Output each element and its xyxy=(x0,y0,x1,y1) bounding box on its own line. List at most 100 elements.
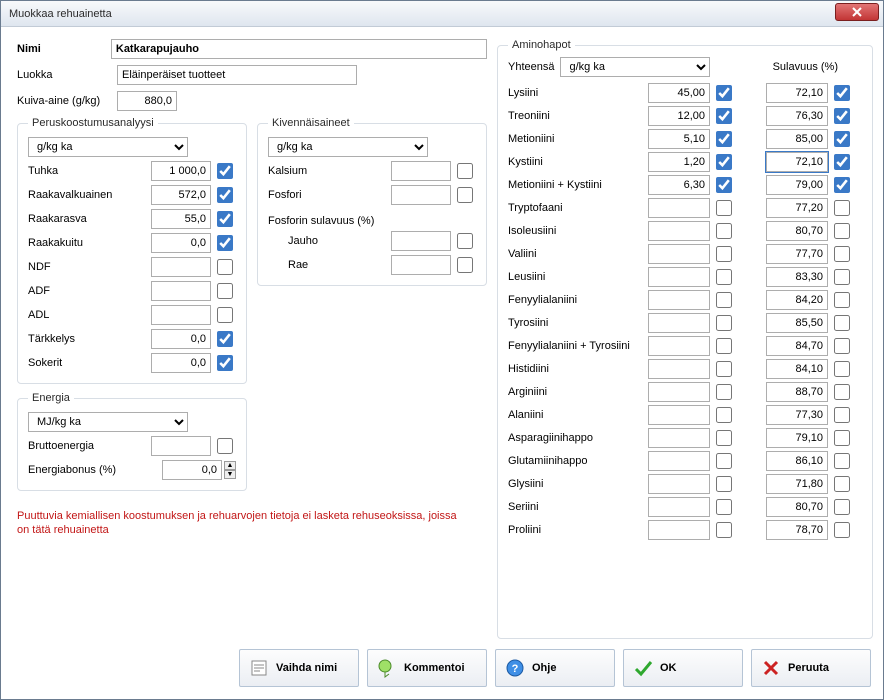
amino-digest-field[interactable] xyxy=(766,290,828,310)
amino-digest-checkbox[interactable] xyxy=(834,108,850,124)
amino-digest-field[interactable] xyxy=(766,83,828,103)
amino-digest-field[interactable] xyxy=(766,313,828,333)
mineral-field[interactable] xyxy=(391,185,451,205)
amino-digest-field[interactable] xyxy=(766,129,828,149)
close-button[interactable] xyxy=(835,3,879,21)
basic-checkbox[interactable] xyxy=(217,187,233,203)
dm-field[interactable] xyxy=(117,91,177,111)
amino-value-checkbox[interactable] xyxy=(716,200,732,216)
amino-value-checkbox[interactable] xyxy=(716,108,732,124)
amino-value-field[interactable] xyxy=(648,520,710,540)
amino-value-field[interactable] xyxy=(648,405,710,425)
amino-value-field[interactable] xyxy=(648,175,710,195)
amino-digest-checkbox[interactable] xyxy=(834,361,850,377)
ok-button[interactable]: OK xyxy=(623,649,743,687)
amino-digest-checkbox[interactable] xyxy=(834,177,850,193)
amino-value-field[interactable] xyxy=(648,221,710,241)
name-field[interactable] xyxy=(111,39,487,59)
basic-field[interactable] xyxy=(151,353,211,373)
energy-field[interactable] xyxy=(151,436,211,456)
amino-digest-checkbox[interactable] xyxy=(834,499,850,515)
amino-digest-checkbox[interactable] xyxy=(834,200,850,216)
class-field[interactable] xyxy=(117,65,357,85)
amino-digest-field[interactable] xyxy=(766,336,828,356)
amino-digest-checkbox[interactable] xyxy=(834,131,850,147)
amino-digest-checkbox[interactable] xyxy=(834,430,850,446)
amino-value-field[interactable] xyxy=(648,313,710,333)
amino-value-field[interactable] xyxy=(648,152,710,172)
mineral-field[interactable] xyxy=(391,161,451,181)
amino-digest-field[interactable] xyxy=(766,359,828,379)
amino-value-checkbox[interactable] xyxy=(716,338,732,354)
amino-digest-checkbox[interactable] xyxy=(834,315,850,331)
amino-value-checkbox[interactable] xyxy=(716,522,732,538)
amino-value-field[interactable] xyxy=(648,83,710,103)
amino-digest-field[interactable] xyxy=(766,474,828,494)
amino-digest-checkbox[interactable] xyxy=(834,453,850,469)
comment-button[interactable]: Kommentoi xyxy=(367,649,487,687)
phos-field[interactable] xyxy=(391,231,451,251)
basic-field[interactable] xyxy=(151,161,211,181)
energy-checkbox[interactable] xyxy=(217,438,233,454)
amino-value-checkbox[interactable] xyxy=(716,361,732,377)
phos-checkbox[interactable] xyxy=(457,233,473,249)
spinner[interactable]: ▲▼ xyxy=(224,461,236,479)
amino-digest-field[interactable] xyxy=(766,152,828,172)
amino-value-field[interactable] xyxy=(648,244,710,264)
cancel-button[interactable]: Peruuta xyxy=(751,649,871,687)
amino-value-checkbox[interactable] xyxy=(716,430,732,446)
amino-digest-checkbox[interactable] xyxy=(834,85,850,101)
amino-value-field[interactable] xyxy=(648,336,710,356)
amino-digest-field[interactable] xyxy=(766,198,828,218)
basic-checkbox[interactable] xyxy=(217,259,233,275)
amino-unit-select[interactable]: g/kg ka xyxy=(560,57,710,77)
basic-checkbox[interactable] xyxy=(217,211,233,227)
basic-field[interactable] xyxy=(151,329,211,349)
amino-digest-field[interactable] xyxy=(766,451,828,471)
amino-value-field[interactable] xyxy=(648,497,710,517)
amino-value-field[interactable] xyxy=(648,106,710,126)
amino-value-checkbox[interactable] xyxy=(716,85,732,101)
basic-field[interactable] xyxy=(151,233,211,253)
amino-value-field[interactable] xyxy=(648,290,710,310)
amino-value-checkbox[interactable] xyxy=(716,453,732,469)
rename-button[interactable]: Vaihda nimi xyxy=(239,649,359,687)
amino-value-checkbox[interactable] xyxy=(716,177,732,193)
amino-value-checkbox[interactable] xyxy=(716,269,732,285)
amino-digest-field[interactable] xyxy=(766,267,828,287)
amino-value-checkbox[interactable] xyxy=(716,384,732,400)
mineral-checkbox[interactable] xyxy=(457,187,473,203)
basic-checkbox[interactable] xyxy=(217,283,233,299)
amino-value-field[interactable] xyxy=(648,382,710,402)
basic-checkbox[interactable] xyxy=(217,235,233,251)
basic-unit-select[interactable]: g/kg ka xyxy=(28,137,188,157)
basic-checkbox[interactable] xyxy=(217,307,233,323)
amino-digest-field[interactable] xyxy=(766,497,828,517)
amino-value-field[interactable] xyxy=(648,267,710,287)
amino-digest-checkbox[interactable] xyxy=(834,246,850,262)
amino-digest-checkbox[interactable] xyxy=(834,522,850,538)
amino-digest-checkbox[interactable] xyxy=(834,384,850,400)
amino-value-checkbox[interactable] xyxy=(716,476,732,492)
amino-digest-checkbox[interactable] xyxy=(834,407,850,423)
amino-value-checkbox[interactable] xyxy=(716,407,732,423)
mineral-checkbox[interactable] xyxy=(457,163,473,179)
energy-bonus-field[interactable] xyxy=(162,460,222,480)
amino-value-checkbox[interactable] xyxy=(716,499,732,515)
amino-digest-field[interactable] xyxy=(766,382,828,402)
basic-checkbox[interactable] xyxy=(217,163,233,179)
amino-digest-checkbox[interactable] xyxy=(834,338,850,354)
basic-field[interactable] xyxy=(151,281,211,301)
amino-digest-field[interactable] xyxy=(766,175,828,195)
amino-digest-field[interactable] xyxy=(766,244,828,264)
basic-field[interactable] xyxy=(151,209,211,229)
amino-digest-checkbox[interactable] xyxy=(834,154,850,170)
basic-checkbox[interactable] xyxy=(217,331,233,347)
amino-value-field[interactable] xyxy=(648,198,710,218)
amino-value-field[interactable] xyxy=(648,129,710,149)
amino-value-checkbox[interactable] xyxy=(716,131,732,147)
amino-value-checkbox[interactable] xyxy=(716,223,732,239)
amino-digest-field[interactable] xyxy=(766,106,828,126)
amino-digest-field[interactable] xyxy=(766,520,828,540)
amino-value-field[interactable] xyxy=(648,451,710,471)
